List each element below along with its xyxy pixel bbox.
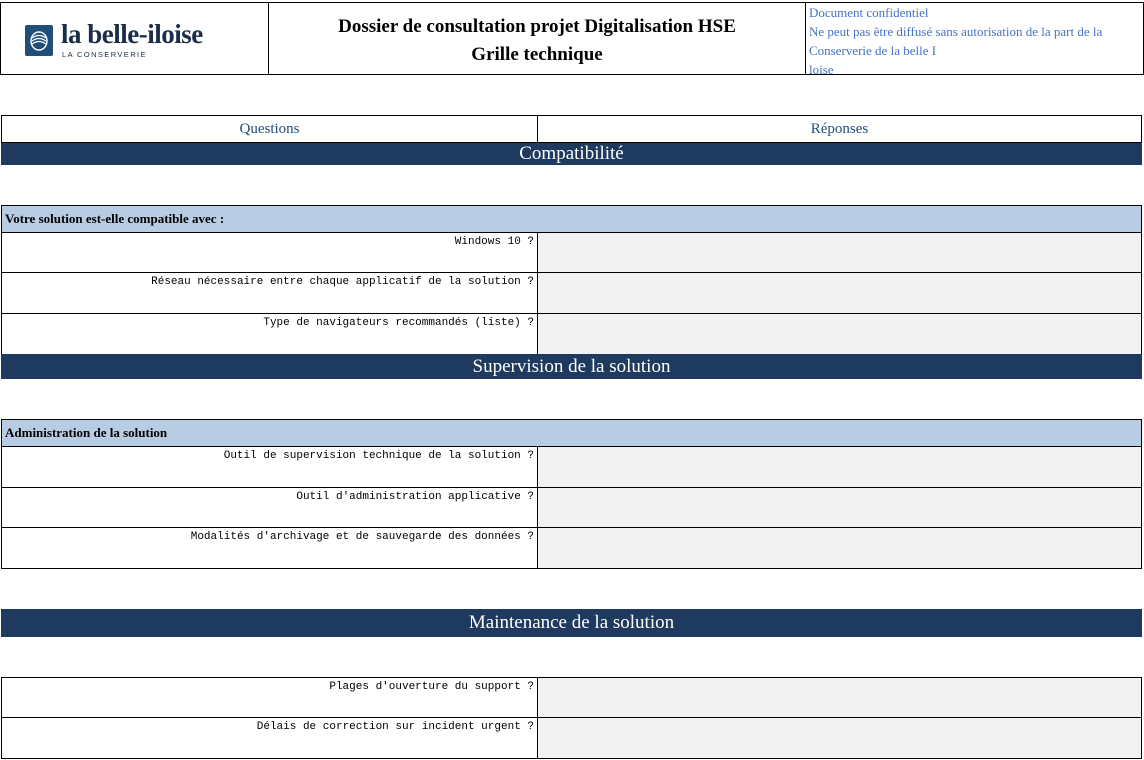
document-subtitle: Grille technique [471,44,603,65]
confidential-cell: Document confidentiel Ne peut pas être d… [805,2,1144,75]
section-supervision: Supervision de la solution [1,354,1142,379]
answer-field[interactable] [537,677,1142,718]
confidential-line-1: Document confidentiel [809,5,929,20]
confidential-line-4: loise [809,62,834,75]
question-cell: Windows 10 ? [1,232,538,273]
column-header-questions: Questions [1,115,538,143]
answer-field[interactable] [537,232,1142,273]
column-header-answers: Réponses [537,115,1142,143]
question-cell: Modalités d'archivage et de sauvegarde d… [1,527,538,569]
section-maintenance: Maintenance de la solution [1,609,1142,637]
question-cell: Délais de correction sur incident urgent… [1,717,538,759]
document-title: Dossier de consultation projet Digitalis… [338,16,736,37]
section-compatibilite: Compatibilité [1,143,1142,165]
question-cell: Plages d'ouverture du support ? [1,677,538,718]
answer-field[interactable] [537,313,1142,355]
answer-field[interactable] [537,487,1142,528]
question-cell: Outil de supervision technique de la sol… [1,446,538,488]
confidential-line-2: Ne peut pas être diffusé sans autorisati… [809,24,1103,39]
logo-tagline: LA CONSERVERIE [62,50,147,59]
question-cell: Réseau nécessaire entre chaque applicati… [1,272,538,314]
subheader-compatibilite: Votre solution est-elle compatible avec … [1,205,1142,233]
confidential-line-3: Conserverie de la belle I [809,43,937,58]
title-cell: Dossier de consultation projet Digitalis… [268,2,806,75]
answer-field[interactable] [537,527,1142,569]
answer-field[interactable] [537,272,1142,314]
answer-field[interactable] [537,446,1142,488]
question-cell: Type de navigateurs recommandés (liste) … [1,313,538,355]
fish-tin-logo-icon [25,25,53,56]
subheader-administration: Administration de la solution [1,419,1142,447]
answer-field[interactable] [537,717,1142,759]
question-cell: Outil d'administration applicative ? [1,487,538,528]
logo-name: la belle-iloise [61,19,203,49]
logo-cell: la belle-iloise LA CONSERVERIE [0,2,269,75]
